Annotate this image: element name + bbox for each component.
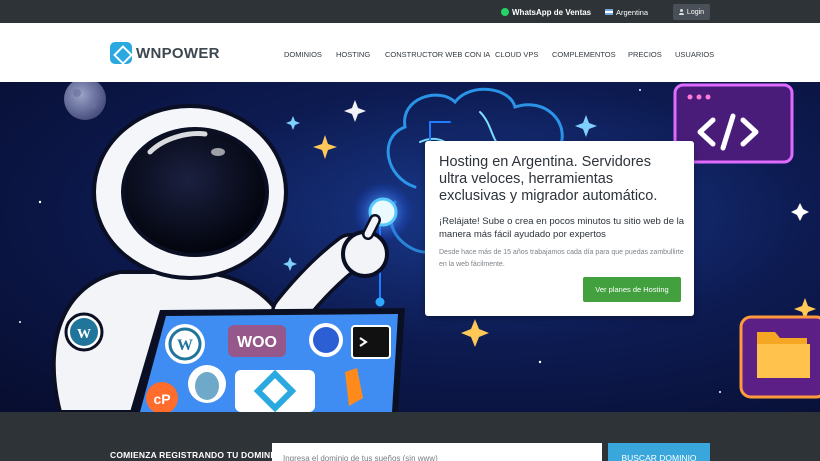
top-bar: WhatsApp de Ventas Argentina Login	[0, 0, 820, 23]
domain-search-input[interactable]	[272, 443, 602, 461]
login-label: Login	[686, 8, 705, 16]
cpanel-badge-text: cP	[153, 391, 170, 407]
nav-item-usuarios[interactable]: USUARIOS	[675, 48, 714, 60]
logo-text: WNPOWER	[136, 44, 220, 62]
woo-badge-text: WOO	[237, 334, 277, 351]
hero-banner: W WOO cP W Hosting en Argentina. Servido…	[0, 82, 820, 412]
nav-item-dominios[interactable]: DOMINIOS	[284, 48, 322, 60]
nav-item-precios[interactable]: PRECIOS	[628, 48, 662, 60]
whatsapp-link[interactable]: WhatsApp de Ventas	[501, 6, 591, 18]
hero-illustration: W WOO cP W	[19, 82, 820, 412]
bird-logo-icon	[195, 372, 219, 400]
svg-text:W: W	[77, 327, 91, 342]
user-icon	[679, 9, 685, 15]
view-hosting-plans-button[interactable]: Ver planes de Hosting	[583, 277, 681, 302]
hero-card: Hosting en Argentina. Servidores ultra v…	[425, 141, 694, 316]
hero-subtitle: ¡Relájate! Sube o crea en pocos minutos …	[439, 216, 685, 240]
nav-item-complementos[interactable]: COMPLEMENTOS	[552, 48, 616, 60]
domain-search-bar: COMIENZA REGISTRANDO TU DOMINIO BUSCAR D…	[0, 412, 820, 461]
whatsapp-icon	[501, 8, 509, 16]
whatsapp-label: WhatsApp de Ventas	[512, 7, 592, 17]
folder-graphic	[739, 315, 820, 399]
domain-search-label: COMIENZA REGISTRANDO TU DOMINIO	[110, 450, 280, 460]
country-label: Argentina	[616, 7, 649, 17]
nav-item-hosting[interactable]: HOSTING	[336, 48, 370, 60]
country-selector[interactable]: Argentina	[605, 6, 648, 18]
nav-item-cloud-vps[interactable]: CLOUD VPS	[495, 48, 538, 60]
search-domain-button[interactable]: BUSCAR DOMINIO	[608, 443, 710, 461]
hero-description: Desde hace más de 15 años trabajamos cad…	[439, 249, 684, 268]
argentina-flag-icon	[605, 9, 613, 15]
terminal-icon	[351, 325, 391, 359]
hero-title: Hosting en Argentina. Servidores ultra v…	[439, 154, 658, 204]
moon-graphic	[64, 82, 106, 120]
logo[interactable]: WNPOWER	[110, 42, 220, 64]
login-button[interactable]: Login	[673, 4, 710, 20]
institution-logo-icon	[313, 327, 339, 353]
logo-mark-icon	[110, 42, 132, 64]
nav-item-constructor-web[interactable]: CONSTRUCTOR WEB CON IA	[385, 48, 490, 60]
site-header: WNPOWER DOMINIOS HOSTING CONSTRUCTOR WEB…	[0, 23, 820, 82]
svg-text:W: W	[177, 337, 193, 354]
